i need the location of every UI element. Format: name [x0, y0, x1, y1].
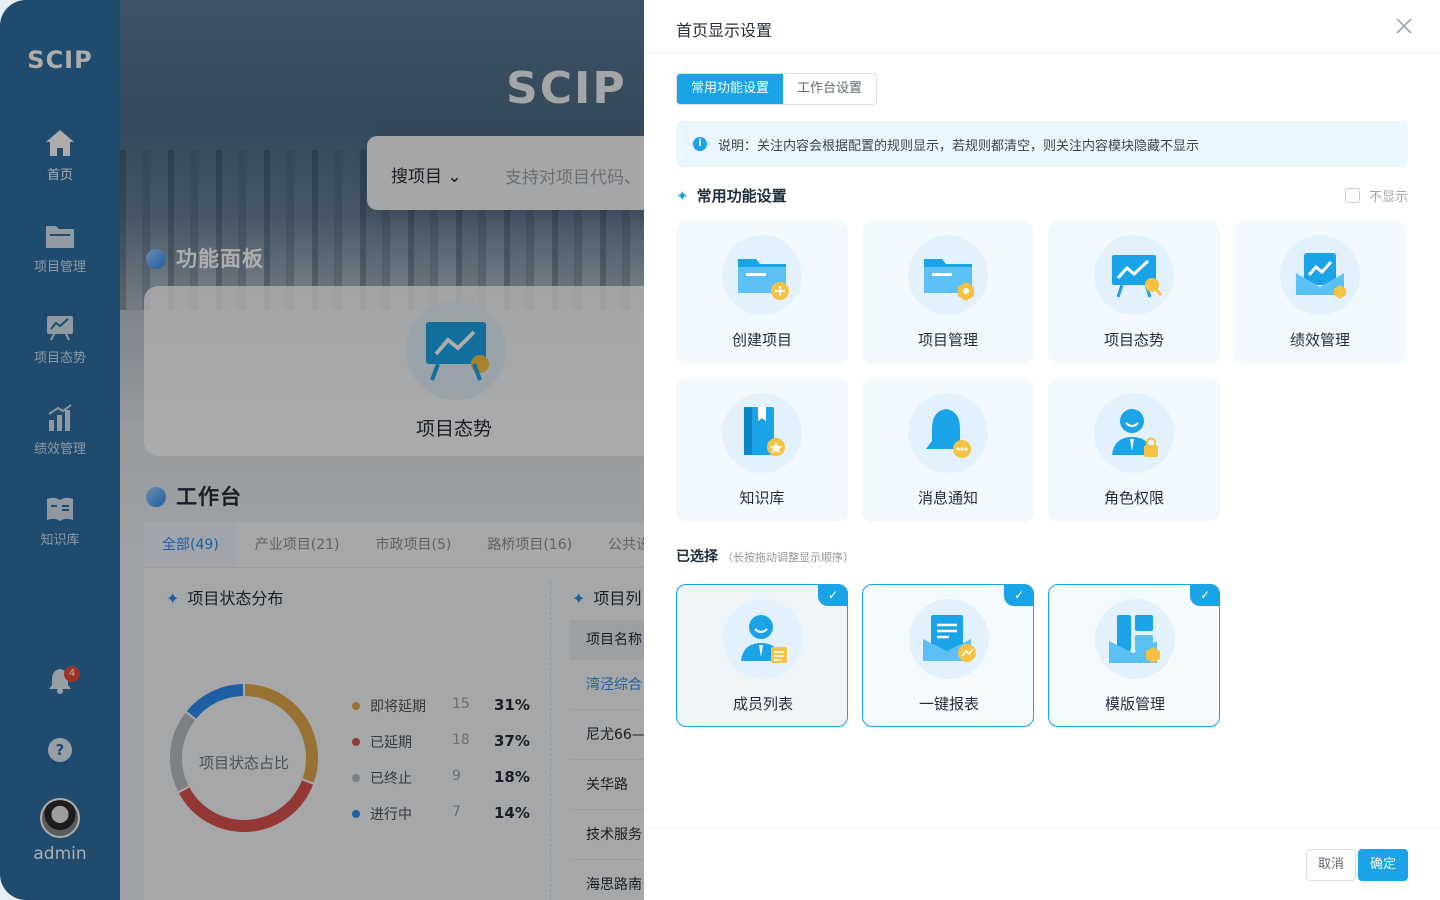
selected-card-template[interactable]: 模版管理 ✓ — [1048, 584, 1220, 727]
selected-card-member-list[interactable]: 成员列表 ✓ — [676, 584, 848, 727]
trend-board-icon — [1112, 255, 1163, 298]
section-title: ✦ 常用功能设置 — [676, 187, 787, 205]
card-label: 知识库 — [739, 489, 785, 507]
tab-workbench-settings[interactable]: 工作台设置 — [783, 74, 877, 104]
cancel-button[interactable]: 取消 — [1305, 849, 1356, 881]
tab-common-functions[interactable]: 常用功能设置 — [677, 74, 784, 104]
hide-label: 不显示 — [1368, 190, 1408, 205]
card-create-project[interactable]: 创建项目 — [676, 221, 848, 364]
notice-banner: i 说明：关注内容会根据配置的规则显示，若规则都清空，则关注内容模块隐藏不显示 — [676, 121, 1408, 167]
drawer-title: 首页显示设置 — [676, 21, 773, 40]
card-role-permission[interactable]: 角色权限 — [1048, 379, 1220, 522]
card-label: 项目管理 — [917, 331, 978, 349]
performance-icon — [1296, 253, 1346, 299]
card-label: 创建项目 — [731, 331, 792, 349]
bell-icon — [926, 409, 971, 458]
card-label: 消息通知 — [917, 489, 978, 507]
close-button[interactable] — [1392, 14, 1416, 38]
user-list-icon — [741, 615, 787, 663]
selected-title: 已选择 （长按拖动调整显示顺序） — [676, 549, 854, 565]
selected-hint: （长按拖动调整显示顺序） — [722, 551, 854, 564]
hide-checkbox[interactable]: 不显示 — [1344, 186, 1408, 205]
template-icon — [1109, 615, 1160, 663]
card-project-management[interactable]: 项目管理 — [862, 221, 1034, 364]
check-icon: ✓ — [1190, 584, 1220, 606]
drawer-header: 首页显示设置 — [644, 0, 1440, 53]
card-label: 绩效管理 — [1289, 331, 1350, 349]
card-label: 项目态势 — [1103, 331, 1164, 349]
info-icon: i — [693, 137, 707, 151]
book-icon — [744, 407, 785, 456]
close-icon — [1396, 18, 1412, 34]
card-label: 成员列表 — [732, 695, 793, 713]
folder-add-icon — [738, 259, 789, 300]
report-icon — [923, 615, 976, 662]
selected-card-report[interactable]: 一键报表 ✓ — [862, 584, 1034, 727]
checkbox-box[interactable] — [1344, 188, 1360, 203]
card-performance[interactable]: 绩效管理 — [1234, 221, 1406, 364]
check-icon: ✓ — [1004, 584, 1034, 606]
sparkle-icon: ✦ — [676, 187, 689, 205]
check-icon: ✓ — [818, 584, 848, 606]
user-lock-icon — [1112, 409, 1158, 457]
card-label: 角色权限 — [1103, 489, 1164, 507]
settings-drawer: 首页显示设置 常用功能设置 工作台设置 i 说明：关注内容会根据配置的规则显示，… — [644, 0, 1440, 900]
notice-text: 说明：关注内容会根据配置的规则显示，若规则都清空，则关注内容模块隐藏不显示 — [718, 139, 1200, 154]
confirm-button[interactable]: 确定 — [1357, 849, 1408, 881]
drawer-tabs: 常用功能设置 工作台设置 — [676, 73, 878, 105]
card-message[interactable]: 消息通知 — [862, 379, 1034, 522]
card-knowledge[interactable]: 知识库 — [676, 379, 848, 522]
card-label: 一键报表 — [918, 695, 979, 713]
card-project-trend[interactable]: 项目态势 — [1048, 221, 1220, 364]
card-label: 模版管理 — [1104, 695, 1165, 713]
folder-settings-icon — [924, 259, 974, 301]
drawer-footer: 取消 确定 — [644, 828, 1440, 900]
